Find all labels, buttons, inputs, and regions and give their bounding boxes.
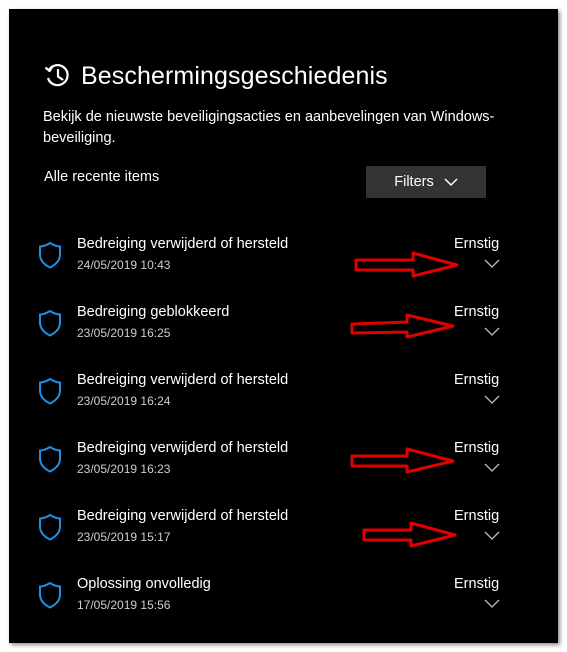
item-severity: Ernstig xyxy=(454,440,500,456)
shield-icon xyxy=(39,377,61,405)
history-item[interactable]: Bedreiging verwijderd of hersteld 23/05/2… xyxy=(9,371,558,431)
item-title: Bedreiging geblokkeerd xyxy=(77,304,230,320)
history-item[interactable]: Bedreiging geblokkeerd 23/05/2019 16:25 Er… xyxy=(9,303,558,363)
history-item[interactable]: Bedreiging verwijderd of hersteld 23/05/2… xyxy=(9,507,558,567)
item-date: 23/05/2019 16:24 xyxy=(77,394,171,408)
chevron-down-icon[interactable] xyxy=(484,259,500,269)
item-date: 24/05/2019 10:43 xyxy=(77,258,171,272)
item-title: Oplossing onvolledig xyxy=(77,576,211,592)
item-date: 23/05/2019 15:17 xyxy=(77,530,171,544)
page-title: Beschermingsgeschiedenis xyxy=(81,61,388,90)
shield-icon xyxy=(39,241,61,269)
history-item[interactable]: Bedreiging verwijderd of hersteld 23/05/2… xyxy=(9,439,558,499)
item-title: Bedreiging verwijderd of hersteld xyxy=(77,236,289,252)
item-severity: Ernstig xyxy=(454,304,500,320)
protection-history-panel: Beschermingsgeschiedenis Bekijk de nieuw… xyxy=(9,9,558,643)
item-title: Bedreiging verwijderd of hersteld xyxy=(77,372,289,388)
history-icon xyxy=(44,64,69,87)
shield-icon xyxy=(39,309,61,337)
item-date: 23/05/2019 16:23 xyxy=(77,462,171,476)
annotation-arrow xyxy=(362,521,457,548)
item-severity: Ernstig xyxy=(454,576,500,592)
history-item[interactable]: Oplossing onvolledig 17/05/2019 15:56 Erns… xyxy=(9,575,558,635)
filters-label: Filters xyxy=(394,174,434,190)
annotation-arrow xyxy=(350,447,455,474)
chevron-down-icon xyxy=(444,177,458,186)
item-date: 17/05/2019 15:56 xyxy=(77,598,171,612)
shield-icon xyxy=(39,513,61,541)
chevron-down-icon[interactable] xyxy=(484,463,500,473)
chevron-down-icon[interactable] xyxy=(484,395,500,405)
history-item[interactable]: Bedreiging verwijderd of hersteld 24/05/2… xyxy=(9,235,558,295)
shield-icon xyxy=(39,581,61,609)
item-title: Bedreiging verwijderd of hersteld xyxy=(77,508,289,524)
page-description: Bekijk de nieuwste beveiligingsacties en… xyxy=(43,109,495,146)
annotation-arrow xyxy=(350,313,455,339)
filters-button[interactable]: Filters xyxy=(366,166,486,198)
page-header: Beschermingsgeschiedenis xyxy=(43,61,388,91)
section-label: Alle recente items xyxy=(44,169,160,185)
item-date: 23/05/2019 16:25 xyxy=(77,326,171,340)
chevron-down-icon[interactable] xyxy=(484,327,500,337)
shield-icon xyxy=(39,445,61,473)
chevron-down-icon[interactable] xyxy=(484,531,500,541)
annotation-arrow xyxy=(354,251,459,278)
item-title: Bedreiging verwijderd of hersteld xyxy=(77,440,289,456)
item-severity: Ernstig xyxy=(454,372,500,388)
chevron-down-icon[interactable] xyxy=(484,599,500,609)
